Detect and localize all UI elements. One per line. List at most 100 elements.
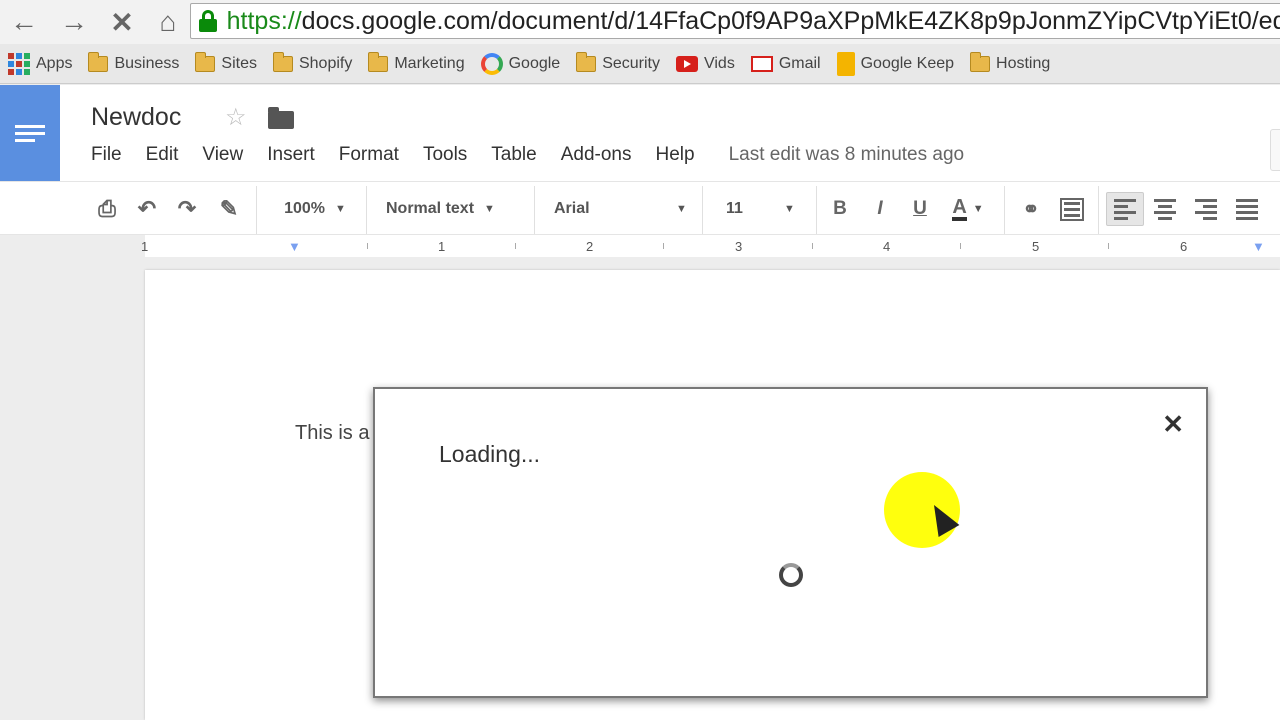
bookmark-label: Business	[114, 54, 180, 72]
menu-format[interactable]: Format	[339, 144, 399, 166]
menu-file[interactable]: File	[91, 144, 122, 166]
right-indent-marker-icon[interactable]: ▼	[1252, 239, 1265, 254]
menu-view[interactable]: View	[202, 144, 243, 166]
ruler-band	[145, 235, 1280, 257]
paint-format-icon[interactable]: ✎	[214, 192, 244, 226]
folder-icon	[195, 51, 216, 72]
menu-tools[interactable]: Tools	[423, 144, 467, 166]
bookmark-label: Shopify	[298, 54, 353, 72]
loading-dialog: Loading... ✕	[373, 387, 1208, 698]
ruler-tick	[960, 243, 961, 249]
chevron-down-icon: ▼	[676, 203, 687, 215]
close-icon[interactable]: ✕	[1162, 411, 1184, 437]
ruler-tick	[812, 243, 813, 249]
chevron-down-icon: ▼	[335, 203, 346, 215]
toolbar-divider	[1098, 186, 1099, 234]
menu-help[interactable]: Help	[656, 144, 695, 166]
address-bar[interactable]: https:// docs.google.com/document/d/14Ff…	[190, 3, 1280, 39]
align-right-button[interactable]	[1191, 192, 1221, 226]
justify-button[interactable]	[1232, 192, 1262, 226]
ruler-number: 5	[1032, 239, 1040, 254]
apps-icon	[8, 52, 30, 75]
text-color-icon: A	[952, 197, 967, 221]
bookmark-sites[interactable]: Sites	[187, 44, 265, 83]
font-value: Arial	[554, 200, 590, 217]
bookmark-business[interactable]: Business	[80, 44, 187, 83]
bookmark-label: Marketing	[394, 54, 465, 72]
bookmark-apps[interactable]: Apps	[0, 44, 80, 83]
bookmark-label: Hosting	[996, 54, 1051, 72]
docs-header: Newdoc ☆ File Edit View Insert Format To…	[0, 85, 1280, 181]
redo-icon[interactable]: ↷	[172, 192, 202, 226]
style-dropdown[interactable]: Normal text ▼	[378, 192, 523, 226]
zoom-value: 100%	[284, 200, 326, 217]
font-dropdown[interactable]: Arial ▼	[546, 192, 688, 226]
toolbar-divider	[256, 186, 257, 234]
chevron-down-icon: ▼	[484, 203, 495, 215]
bookmark-label: Vids	[703, 54, 735, 72]
menu-add-ons[interactable]: Add-ons	[561, 144, 632, 166]
text-color-button[interactable]: A ▼	[944, 192, 992, 226]
last-edit-status[interactable]: Last edit was 8 minutes ago	[729, 144, 965, 166]
undo-icon[interactable]: ↶	[132, 192, 162, 226]
comment-icon[interactable]	[1058, 192, 1086, 226]
menu-edit[interactable]: Edit	[146, 144, 179, 166]
indent-marker-icon[interactable]: ▼	[288, 239, 301, 254]
zoom-dropdown[interactable]: 100% ▼	[270, 192, 360, 226]
bookmark-hosting[interactable]: Hosting	[962, 44, 1058, 83]
folder-icon	[970, 51, 991, 72]
chevron-down-icon: ▼	[972, 203, 984, 215]
align-left-button[interactable]	[1106, 192, 1144, 226]
link-icon[interactable]: ⚭	[1014, 192, 1048, 226]
font-size-dropdown[interactable]: 11 ▼	[716, 192, 806, 226]
folder-icon	[88, 51, 109, 72]
ruler-number: 2	[586, 239, 594, 254]
bookmark-shopify[interactable]: Shopify	[265, 44, 360, 83]
stop-loading-icon[interactable]: ✕	[104, 4, 140, 40]
menu-insert[interactable]: Insert	[267, 144, 315, 166]
keep-icon	[836, 51, 855, 76]
menu-table[interactable]: Table	[491, 144, 536, 166]
url-text: docs.google.com/document/d/14FfaCp0f9AP9…	[301, 6, 1280, 35]
bookmarks-bar: Apps Business Sites Shopify Marketing Go…	[0, 44, 1280, 84]
align-center-button[interactable]	[1150, 192, 1180, 226]
bookmark-google-keep[interactable]: Google Keep	[829, 44, 962, 83]
toolbar-divider	[1004, 186, 1005, 234]
ruler-number: 6	[1180, 239, 1188, 254]
bookmark-google[interactable]: Google	[473, 44, 569, 83]
document-body-text[interactable]: This is a	[295, 422, 369, 445]
secure-lock-icon	[199, 10, 217, 32]
ruler-number: 3	[735, 239, 743, 254]
bookmark-vids[interactable]: Vids	[668, 44, 743, 83]
folder-icon	[272, 51, 293, 72]
bold-button[interactable]: B	[826, 192, 854, 226]
url-protocol: https://	[226, 6, 302, 35]
toolbar-divider	[366, 186, 367, 234]
italic-button[interactable]: I	[866, 192, 894, 226]
home-icon[interactable]: ⌂	[150, 4, 186, 40]
star-icon[interactable]: ☆	[225, 103, 247, 132]
header-side-button[interactable]	[1270, 129, 1280, 171]
youtube-icon	[675, 55, 698, 72]
font-size-value: 11	[726, 200, 743, 217]
ruler-number: 1	[438, 239, 446, 254]
ruler: 1 ▼ 1 2 3 4 5 6 ▼	[0, 235, 1280, 257]
ruler-number: 4	[883, 239, 891, 254]
bookmark-label: Security	[602, 54, 660, 72]
back-arrow-icon[interactable]: ←	[6, 4, 42, 40]
folder-icon	[576, 51, 597, 72]
gmail-icon	[750, 55, 773, 72]
bookmark-security[interactable]: Security	[568, 44, 668, 83]
forward-arrow-icon[interactable]: →	[56, 4, 92, 40]
docs-home-icon[interactable]	[0, 85, 60, 181]
ruler-tick	[1108, 243, 1109, 249]
bookmark-marketing[interactable]: Marketing	[360, 44, 472, 83]
document-title[interactable]: Newdoc	[91, 103, 181, 132]
move-to-folder-icon[interactable]	[268, 107, 294, 129]
bookmark-gmail[interactable]: Gmail	[743, 44, 829, 83]
ruler-tick	[515, 243, 516, 249]
dialog-title: Loading...	[439, 441, 541, 467]
toolbar-divider	[534, 186, 535, 234]
underline-button[interactable]: U	[906, 192, 934, 226]
print-icon[interactable]: ⎙	[92, 192, 122, 226]
